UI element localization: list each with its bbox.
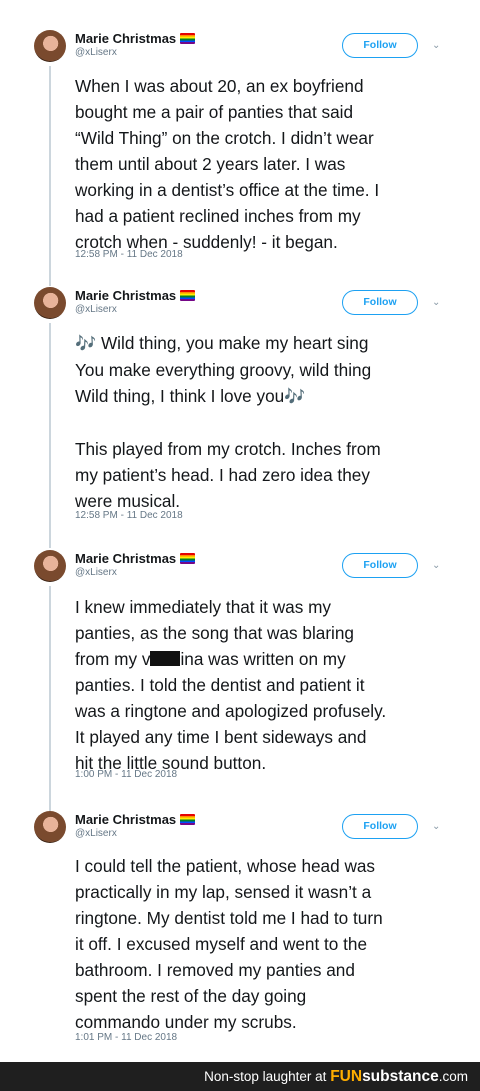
tweet-line: from my v ina was written on my (75, 649, 346, 669)
footer-caption: Non-stop laughter at FUNsubstance.com (204, 1062, 468, 1091)
tweet-2: Marie Christmas @xLiserx Follow ⌄ 🎶 Wild… (0, 287, 480, 548)
redaction-bar (150, 651, 181, 666)
song-line: Wild thing, I think I love you (75, 386, 285, 406)
tweet-line: This played from my crotch. Inches from (75, 439, 381, 459)
tweet-1: Marie Christmas @xLiserx Follow ⌄ When I… (0, 30, 480, 286)
tweet-timestamp[interactable]: 1:00 PM - 11 Dec 2018 (75, 769, 177, 780)
avatar[interactable] (34, 811, 66, 843)
follow-button[interactable]: Follow (342, 33, 418, 58)
tweet-text: When I was about 20, an ex boyfriend bou… (75, 73, 455, 255)
chevron-down-icon[interactable]: ⌄ (432, 41, 442, 51)
tweet-text: I could tell the patient, whose head was… (75, 853, 455, 1035)
follow-button[interactable]: Follow (342, 814, 418, 839)
tweet-text: I knew immediately that it was my pantie… (75, 594, 455, 776)
user-name[interactable]: Marie Christmas (75, 812, 196, 827)
tweet-3: Marie Christmas @xLiserx Follow ⌄ I knew… (0, 550, 480, 811)
tweet-line: working in a dentist’s office at the tim… (75, 180, 380, 200)
song-line: Wild thing, you make my heart sing (100, 333, 369, 353)
avatar[interactable] (34, 30, 66, 62)
tweet-line: panties. I told the dentist and patient … (75, 675, 365, 695)
tweet-thread: Marie Christmas @xLiserx Follow ⌄ When I… (0, 0, 480, 1062)
tweet-line: It played any time I bent sideways and (75, 727, 367, 747)
musical-notes-icon: 🎶 (75, 334, 97, 353)
user-handle[interactable]: @xLiserx (75, 828, 117, 839)
thread-connector (49, 586, 51, 811)
tweet-line: I could tell the patient, whose head was (75, 856, 376, 876)
rainbow-flag-icon (180, 814, 196, 825)
tweet-line: I knew immediately that it was my (75, 597, 331, 617)
tweet-line: bought me a pair of panties that said (75, 102, 354, 122)
tweet-line: “Wild Thing” on the crotch. I didn’t wea… (75, 128, 374, 148)
user-name[interactable]: Marie Christmas (75, 551, 196, 566)
tweet-4: Marie Christmas @xLiserx Follow ⌄ I coul… (0, 811, 480, 1051)
user-name[interactable]: Marie Christmas (75, 31, 196, 46)
user-name[interactable]: Marie Christmas (75, 288, 196, 303)
tweet-line: ringtone. My dentist told me I had to tu… (75, 908, 383, 928)
avatar[interactable] (34, 287, 66, 319)
tweet-line: spent the rest of the day going (75, 986, 307, 1006)
song-line: You make everything groovy, wild thing (75, 360, 372, 380)
user-handle[interactable]: @xLiserx (75, 47, 117, 58)
tweet-line: panties, as the song that was blaring (75, 623, 354, 643)
tweet-line: had a patient reclined inches from my (75, 206, 361, 226)
follow-button[interactable]: Follow (342, 553, 418, 578)
chevron-down-icon[interactable]: ⌄ (432, 822, 442, 832)
brand-logo[interactable]: FUNsubstance.com (330, 1068, 468, 1085)
user-handle[interactable]: @xLiserx (75, 304, 117, 315)
tweet-line: my patient’s head. I had zero idea they (75, 465, 370, 485)
chevron-down-icon[interactable]: ⌄ (432, 298, 442, 308)
tweet-text: 🎶 Wild thing, you make my heart sing You… (75, 330, 455, 514)
tweet-line: them until about 2 years later. I was (75, 154, 346, 174)
tweet-line: was a ringtone and apologized profusely. (75, 701, 387, 721)
tweet-line: practically in my lap, sensed it wasn’t … (75, 882, 372, 902)
chevron-down-icon[interactable]: ⌄ (432, 561, 442, 571)
avatar[interactable] (34, 550, 66, 582)
rainbow-flag-icon (180, 553, 196, 564)
watermark-footer: Non-stop laughter at FUNsubstance.com (0, 1062, 480, 1091)
tweet-timestamp[interactable]: 1:01 PM - 11 Dec 2018 (75, 1032, 177, 1043)
musical-notes-icon: 🎶 (284, 387, 306, 406)
follow-button[interactable]: Follow (342, 290, 418, 315)
rainbow-flag-icon (180, 33, 196, 44)
tweet-line: When I was about 20, an ex boyfriend (75, 76, 364, 96)
tweet-line: it off. I excused myself and went to the (75, 934, 368, 954)
user-handle[interactable]: @xLiserx (75, 567, 117, 578)
tweet-timestamp[interactable]: 12:58 PM - 11 Dec 2018 (75, 249, 183, 260)
footer-text: Non-stop laughter at (204, 1069, 327, 1084)
rainbow-flag-icon (180, 290, 196, 301)
tweet-line: bathroom. I removed my panties and (75, 960, 355, 980)
thread-connector (49, 66, 51, 286)
thread-connector (49, 323, 51, 548)
tweet-timestamp[interactable]: 12:58 PM - 11 Dec 2018 (75, 510, 183, 521)
